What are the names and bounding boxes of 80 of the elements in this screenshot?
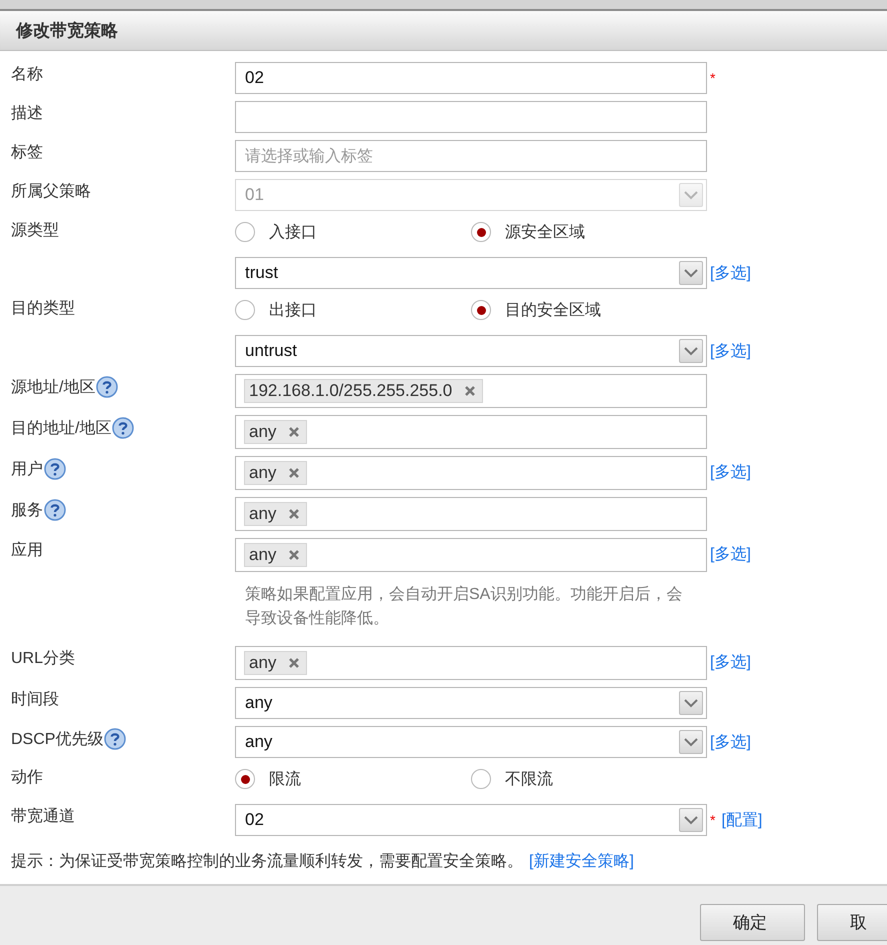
link[interactable]: [多选] bbox=[710, 262, 751, 284]
radio-button[interactable] bbox=[235, 222, 255, 242]
link[interactable]: [新建安全策略] bbox=[529, 851, 634, 872]
dropdown-field[interactable]: any bbox=[235, 726, 707, 758]
remove-icon[interactable] bbox=[464, 385, 476, 397]
tag-chip: 192.168.1.0/255.255.255.0 bbox=[244, 379, 484, 403]
text-field[interactable] bbox=[235, 101, 707, 133]
link[interactable]: [多选] bbox=[710, 340, 751, 362]
dropdown-field[interactable]: 02 bbox=[235, 804, 707, 836]
chevron-down-icon bbox=[684, 346, 698, 356]
field-label: 标签 bbox=[11, 143, 43, 163]
field-label: DSCP优先级 bbox=[11, 730, 104, 750]
help-icon[interactable] bbox=[104, 728, 126, 750]
note-text: 策略如果配置应用，会自动开启SA识别功能。功能开启后，会导致设备性能降低。 bbox=[244, 584, 684, 629]
field-label: 动作 bbox=[11, 768, 43, 788]
dialog-button[interactable]: 确定 bbox=[700, 904, 805, 941]
dropdown-field[interactable]: any bbox=[235, 687, 707, 719]
radio-button[interactable] bbox=[471, 300, 491, 320]
field-label: 目的类型 bbox=[11, 298, 75, 319]
radio-button[interactable] bbox=[471, 222, 491, 242]
radio-button[interactable] bbox=[471, 769, 491, 789]
required-mark: * bbox=[710, 70, 716, 86]
dialog-button[interactable]: 取 bbox=[817, 904, 887, 941]
radio-label: 出接口 bbox=[269, 300, 317, 320]
text-field[interactable]: 请选择或输入标签 bbox=[235, 140, 707, 172]
help-icon[interactable] bbox=[44, 458, 66, 480]
radio-label: 入接口 bbox=[269, 222, 317, 242]
help-icon[interactable] bbox=[44, 499, 66, 521]
field-label: 用户 bbox=[11, 460, 43, 480]
field-label: 目的地址/地区 bbox=[11, 418, 112, 438]
radio-button[interactable] bbox=[235, 769, 255, 789]
remove-icon[interactable] bbox=[288, 508, 300, 520]
radio-label: 限流 bbox=[269, 770, 301, 790]
chevron-down-icon bbox=[684, 268, 698, 278]
remove-icon[interactable] bbox=[288, 657, 300, 669]
field-label: 所属父策略 bbox=[11, 182, 91, 202]
field-label: 描述 bbox=[11, 104, 43, 124]
chevron-down-icon bbox=[684, 190, 698, 200]
remove-icon[interactable] bbox=[288, 549, 300, 561]
radio-label: 不限流 bbox=[505, 770, 553, 790]
dialog-title: 修改带宽策略 bbox=[16, 20, 118, 42]
tag-field[interactable]: any bbox=[235, 415, 707, 449]
dropdown-field[interactable]: untrust bbox=[235, 335, 707, 367]
field-label: 时间段 bbox=[11, 690, 59, 710]
tag-chip: any bbox=[244, 651, 308, 675]
radio-label: 源安全区域 bbox=[505, 222, 585, 242]
text-field[interactable]: 02 bbox=[235, 62, 707, 94]
field-label: 源地址/地区 bbox=[11, 378, 96, 398]
remove-icon[interactable] bbox=[288, 467, 300, 479]
field-label: 名称 bbox=[11, 65, 43, 85]
field-label: 源类型 bbox=[11, 220, 59, 241]
dropdown-field[interactable]: trust bbox=[235, 257, 707, 289]
field-label: 服务 bbox=[11, 500, 43, 520]
radio-label: 目的安全区域 bbox=[505, 300, 601, 320]
link[interactable]: [多选] bbox=[710, 544, 751, 564]
chevron-down-icon bbox=[684, 738, 698, 746]
chevron-down-icon bbox=[684, 816, 698, 824]
help-icon[interactable] bbox=[96, 376, 118, 398]
tag-chip: any bbox=[244, 502, 308, 526]
chevron-down-icon bbox=[684, 698, 698, 708]
tag-field[interactable]: any bbox=[235, 646, 707, 680]
tag-chip: any bbox=[244, 461, 308, 485]
remove-icon[interactable] bbox=[288, 426, 300, 438]
link[interactable]: [多选] bbox=[710, 462, 751, 482]
link[interactable]: [配置] bbox=[721, 810, 762, 830]
link[interactable]: [多选] bbox=[710, 652, 751, 672]
tag-chip: any bbox=[244, 420, 308, 444]
hint-text: 提示：为保证受带宽策略控制的业务流量顺利转发，需要配置安全策略。 bbox=[11, 852, 523, 872]
field-label: 应用 bbox=[11, 540, 43, 561]
tag-field[interactable]: 192.168.1.0/255.255.255.0 bbox=[235, 374, 707, 408]
radio-button[interactable] bbox=[235, 300, 255, 320]
field-label: 带宽通道 bbox=[11, 806, 75, 827]
help-icon[interactable] bbox=[112, 417, 134, 439]
tag-field[interactable]: any bbox=[235, 497, 707, 531]
required-mark: * bbox=[710, 812, 716, 828]
field-label: URL分类 bbox=[11, 648, 76, 669]
tag-chip: any bbox=[244, 543, 308, 567]
tag-field[interactable]: any bbox=[235, 538, 707, 572]
tag-field[interactable]: any bbox=[235, 456, 707, 490]
link[interactable]: [多选] bbox=[710, 732, 751, 752]
